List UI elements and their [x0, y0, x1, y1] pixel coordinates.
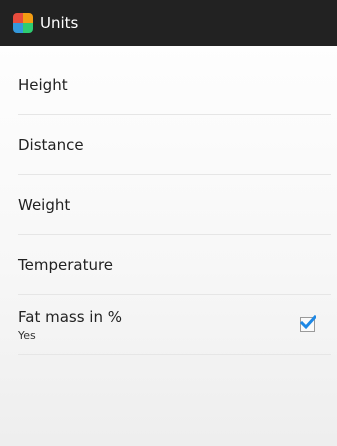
setting-label: Fat mass in % [18, 307, 122, 326]
page-title: Units [40, 14, 79, 32]
fat-mass-checkbox[interactable] [300, 315, 316, 332]
checkmark-icon [300, 315, 316, 330]
settings-list: Height Distance Weight Temperature Fat m… [0, 55, 337, 355]
app-icon-tile [13, 23, 23, 33]
setting-distance[interactable]: Distance [18, 115, 331, 175]
setting-label: Weight [18, 195, 71, 214]
setting-label: Height [18, 75, 68, 94]
app-icon[interactable] [13, 13, 33, 33]
app-icon-tile [13, 13, 23, 23]
setting-temperature[interactable]: Temperature [18, 235, 331, 295]
action-bar: Units [0, 0, 337, 46]
setting-height[interactable]: Height [18, 55, 331, 115]
setting-summary: Yes [18, 328, 36, 342]
app-icon-tile [23, 23, 33, 33]
setting-label: Distance [18, 135, 84, 154]
setting-label: Temperature [18, 255, 114, 274]
setting-fat-mass[interactable]: Fat mass in % Yes [18, 295, 331, 355]
setting-weight[interactable]: Weight [18, 175, 331, 235]
app-icon-tile [23, 13, 33, 23]
